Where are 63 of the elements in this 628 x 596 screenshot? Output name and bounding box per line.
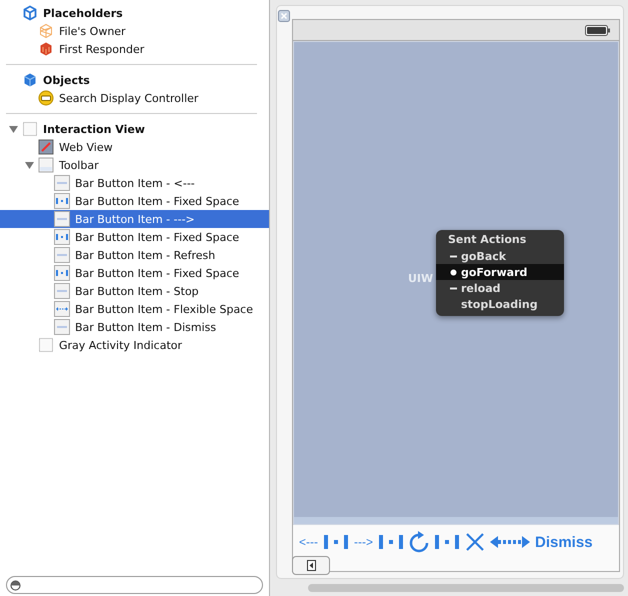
close-icon[interactable] xyxy=(465,532,485,552)
flexible-space-icon xyxy=(490,535,530,549)
wireframe-cube-icon xyxy=(38,23,54,39)
outline-row[interactable]: Bar Button Item - <--- xyxy=(0,174,269,192)
bar-button-icon xyxy=(54,247,70,263)
scrollbar[interactable] xyxy=(308,584,624,592)
dash-icon xyxy=(450,252,457,260)
outline-row[interactable]: Web View xyxy=(0,138,269,156)
outline-row[interactable]: Bar Button Item - Fixed Space xyxy=(0,192,269,210)
menu-item[interactable]: goForward xyxy=(436,264,564,280)
web-view-icon xyxy=(38,139,54,155)
fixed-space-icon xyxy=(54,265,70,281)
outline-row[interactable]: Bar Button Item - Refresh xyxy=(0,246,269,264)
outline-row[interactable]: Bar Button Item - Dismiss xyxy=(0,318,269,336)
toolbar-button[interactable]: ---> xyxy=(354,535,373,549)
dash-icon xyxy=(450,284,457,292)
filter-field[interactable] xyxy=(6,576,263,594)
menu-item[interactable]: stopLoading xyxy=(436,296,564,312)
outline-row[interactable]: Toolbar xyxy=(0,156,269,174)
section-title: Objects xyxy=(43,74,90,86)
cube-icon xyxy=(22,72,38,88)
dot-icon xyxy=(450,268,457,276)
fixed-space-icon xyxy=(434,535,460,549)
controller-icon xyxy=(38,90,54,106)
menu-item[interactable]: reload xyxy=(436,280,564,296)
battery-icon xyxy=(585,24,611,36)
disclosure-triangle-icon[interactable] xyxy=(8,124,18,134)
bar-button-icon xyxy=(54,283,70,299)
flexible-space-icon xyxy=(54,301,70,317)
fixed-space-icon xyxy=(323,535,349,549)
toolbar-button[interactable]: Dismiss xyxy=(535,534,593,550)
cube-icon xyxy=(22,5,38,21)
bar-button-icon xyxy=(54,319,70,335)
outline-row[interactable]: Search Display Controller xyxy=(0,89,269,107)
section-title: Placeholders xyxy=(43,6,123,20)
bar-button-icon xyxy=(54,175,70,191)
outline-row[interactable]: Bar Button Item - Flexible Space xyxy=(0,300,269,318)
toolbar-button[interactable]: <--- xyxy=(299,535,318,549)
back-button[interactable] xyxy=(292,556,330,575)
menu-title: Sent Actions xyxy=(447,233,528,248)
bar-button-icon xyxy=(54,211,70,227)
fixed-space-icon xyxy=(54,229,70,245)
menu-item[interactable]: goBack xyxy=(436,248,564,264)
disclosure-triangle-icon[interactable] xyxy=(24,160,34,170)
fixed-space-icon xyxy=(54,193,70,209)
fixed-space-icon xyxy=(378,535,404,549)
outline-row[interactable]: Bar Button Item - Fixed Space xyxy=(0,264,269,282)
cube-icon xyxy=(38,41,54,57)
view-label: UIW xyxy=(408,272,434,285)
refresh-icon[interactable] xyxy=(409,531,429,553)
left-triangle-icon xyxy=(306,560,316,571)
outline-row[interactable]: Gray Activity Indicator xyxy=(0,336,269,354)
view-icon xyxy=(38,337,54,353)
outline-row[interactable]: Bar Button Item - ---> xyxy=(0,210,269,228)
view-icon xyxy=(22,121,38,137)
filter-icon xyxy=(10,580,21,590)
outline-row[interactable]: Bar Button Item - Fixed Space xyxy=(0,228,269,246)
toolbar-icon xyxy=(38,157,54,173)
outline-row[interactable]: File's Owner xyxy=(0,22,269,40)
outline-row[interactable]: Interaction View xyxy=(0,120,269,138)
close-icon[interactable] xyxy=(278,10,290,22)
outline-row[interactable]: First Responder xyxy=(0,40,269,58)
outline-row[interactable]: Bar Button Item - Stop xyxy=(0,282,269,300)
